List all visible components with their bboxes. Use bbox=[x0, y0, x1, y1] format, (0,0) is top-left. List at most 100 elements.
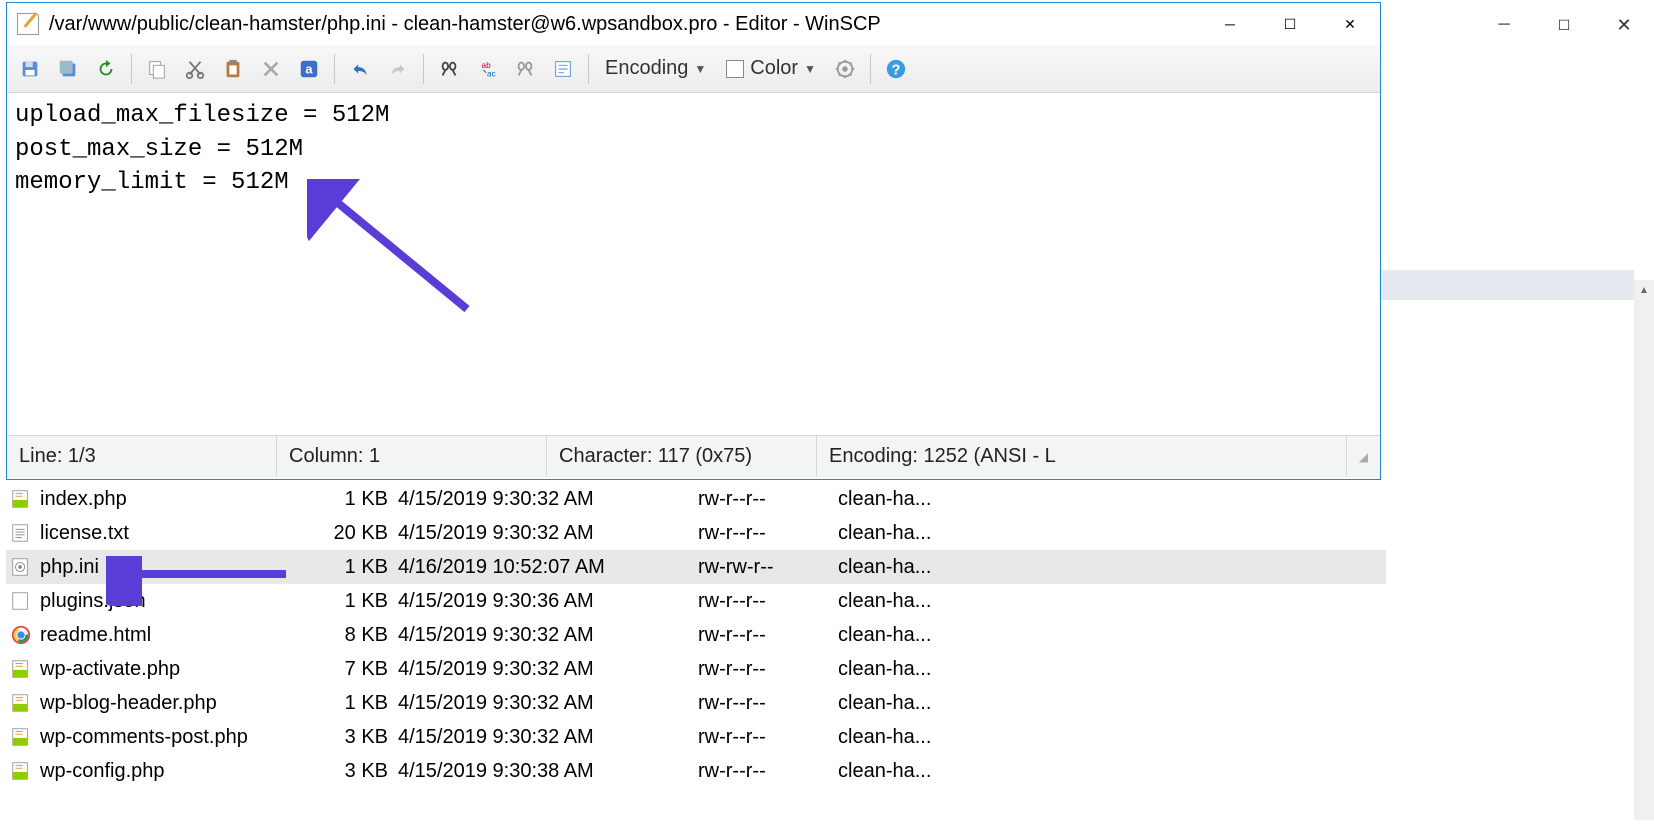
bg-scrollbar[interactable]: ▲ bbox=[1634, 280, 1654, 820]
file-perm: rw-r--r-- bbox=[698, 658, 838, 681]
paste-button[interactable] bbox=[216, 52, 250, 86]
file-perm: rw-rw-r-- bbox=[698, 556, 838, 579]
delete-button[interactable] bbox=[254, 52, 288, 86]
file-row[interactable]: license.txt 20 KB 4/15/2019 9:30:32 AM r… bbox=[6, 516, 1386, 550]
file-owner: clean-ha... bbox=[838, 624, 978, 647]
svg-text:?: ? bbox=[892, 62, 901, 78]
toolbar-separator bbox=[870, 54, 871, 84]
editor-close-button[interactable]: ✕ bbox=[1320, 3, 1380, 45]
scroll-up-icon[interactable]: ▲ bbox=[1634, 280, 1654, 300]
status-character: Character: 117 (0x75) bbox=[547, 436, 817, 477]
file-perm: rw-r--r-- bbox=[698, 522, 838, 545]
file-size: 1 KB bbox=[302, 488, 398, 511]
bg-maximize-button[interactable]: ☐ bbox=[1534, 0, 1594, 50]
editor-line: memory_limit = 512M bbox=[15, 169, 289, 196]
file-size: 1 KB bbox=[302, 692, 398, 715]
editor-title: /var/www/public/clean-hamster/php.ini - … bbox=[49, 13, 1200, 36]
preferences-button[interactable] bbox=[828, 52, 862, 86]
file-perm: rw-r--r-- bbox=[698, 692, 838, 715]
file-date: 4/15/2019 9:30:36 AM bbox=[398, 590, 698, 613]
file-perm: rw-r--r-- bbox=[698, 624, 838, 647]
editor-text-area[interactable]: upload_max_filesize = 512M post_max_size… bbox=[7, 93, 1380, 435]
file-owner: clean-ha... bbox=[838, 726, 978, 749]
editor-minimize-button[interactable]: ─ bbox=[1200, 3, 1260, 45]
undo-button[interactable] bbox=[343, 52, 377, 86]
file-row[interactable]: readme.html 8 KB 4/15/2019 9:30:32 AM rw… bbox=[6, 618, 1386, 652]
editor-maximize-button[interactable]: ☐ bbox=[1260, 3, 1320, 45]
copy-button[interactable] bbox=[140, 52, 174, 86]
redo-button[interactable] bbox=[381, 52, 415, 86]
file-row[interactable]: wp-config.php 3 KB 4/15/2019 9:30:38 AM … bbox=[6, 754, 1386, 788]
editor-line: post_max_size = 512M bbox=[15, 136, 303, 163]
status-line: Line: 1/3 bbox=[7, 436, 277, 477]
file-perm: rw-r--r-- bbox=[698, 590, 838, 613]
editor-toolbar: a abac Encoding▼ Color▼ ? bbox=[7, 45, 1380, 93]
toolbar-separator bbox=[423, 54, 424, 84]
file-owner: clean-ha... bbox=[838, 692, 978, 715]
file-name: php.ini bbox=[40, 556, 99, 579]
select-all-button[interactable]: a bbox=[292, 52, 326, 86]
php-file-icon bbox=[10, 488, 32, 510]
editor-titlebar[interactable]: /var/www/public/clean-hamster/php.ini - … bbox=[7, 3, 1380, 45]
file-row[interactable]: php.ini 1 KB 4/16/2019 10:52:07 AM rw-rw… bbox=[6, 550, 1386, 584]
save-all-button[interactable] bbox=[51, 52, 85, 86]
file-row[interactable]: index.php 1 KB 4/15/2019 9:30:32 AM rw-r… bbox=[6, 482, 1386, 516]
file-date: 4/15/2019 9:30:32 AM bbox=[398, 522, 698, 545]
find-next-button[interactable] bbox=[508, 52, 542, 86]
resize-grip-icon[interactable]: ◢ bbox=[1347, 436, 1380, 477]
file-size: 3 KB bbox=[302, 726, 398, 749]
file-name: readme.html bbox=[40, 624, 151, 647]
editor-statusbar: Line: 1/3 Column: 1 Character: 117 (0x75… bbox=[7, 435, 1380, 477]
file-perm: rw-r--r-- bbox=[698, 760, 838, 783]
file-row[interactable]: wp-blog-header.php 1 KB 4/15/2019 9:30:3… bbox=[6, 686, 1386, 720]
bg-header-stripe bbox=[1380, 270, 1634, 300]
toolbar-separator bbox=[588, 54, 589, 84]
file-name: plugins.json bbox=[40, 590, 146, 613]
file-date: 4/15/2019 9:30:32 AM bbox=[398, 488, 698, 511]
json-file-icon bbox=[10, 590, 32, 612]
file-list: index.php 1 KB 4/15/2019 9:30:32 AM rw-r… bbox=[6, 482, 1386, 788]
svg-text:ac: ac bbox=[487, 69, 496, 78]
file-owner: clean-ha... bbox=[838, 760, 978, 783]
file-name: wp-comments-post.php bbox=[40, 726, 248, 749]
reload-button[interactable] bbox=[89, 52, 123, 86]
caret-down-icon: ▼ bbox=[804, 62, 816, 76]
svg-text:a: a bbox=[305, 61, 313, 76]
file-date: 4/15/2019 9:30:32 AM bbox=[398, 658, 698, 681]
file-name: wp-blog-header.php bbox=[40, 692, 217, 715]
file-row[interactable]: plugins.json 1 KB 4/15/2019 9:30:36 AM r… bbox=[6, 584, 1386, 618]
encoding-label: Encoding bbox=[605, 57, 688, 80]
help-button[interactable]: ? bbox=[879, 52, 913, 86]
replace-button[interactable]: abac bbox=[470, 52, 504, 86]
file-size: 7 KB bbox=[302, 658, 398, 681]
color-swatch-icon bbox=[726, 60, 744, 78]
save-button[interactable] bbox=[13, 52, 47, 86]
file-size: 3 KB bbox=[302, 760, 398, 783]
annotation-arrow-icon bbox=[307, 179, 487, 329]
file-size: 1 KB bbox=[302, 590, 398, 613]
color-dropdown[interactable]: Color▼ bbox=[718, 52, 824, 86]
encoding-dropdown[interactable]: Encoding▼ bbox=[597, 52, 714, 86]
bg-minimize-button[interactable]: ─ bbox=[1474, 0, 1534, 50]
bg-close-button[interactable]: ✕ bbox=[1594, 0, 1654, 50]
file-name: wp-config.php bbox=[40, 760, 165, 783]
php-file-icon bbox=[10, 726, 32, 748]
file-owner: clean-ha... bbox=[838, 522, 978, 545]
file-owner: clean-ha... bbox=[838, 658, 978, 681]
find-button[interactable] bbox=[432, 52, 466, 86]
cut-button[interactable] bbox=[178, 52, 212, 86]
php-file-icon bbox=[10, 692, 32, 714]
file-date: 4/15/2019 9:30:32 AM bbox=[398, 624, 698, 647]
file-date: 4/15/2019 9:30:32 AM bbox=[398, 692, 698, 715]
file-date: 4/15/2019 9:30:38 AM bbox=[398, 760, 698, 783]
editor-window: /var/www/public/clean-hamster/php.ini - … bbox=[6, 2, 1381, 480]
txt-file-icon bbox=[10, 522, 32, 544]
file-row[interactable]: wp-activate.php 7 KB 4/15/2019 9:30:32 A… bbox=[6, 652, 1386, 686]
file-date: 4/15/2019 9:30:32 AM bbox=[398, 726, 698, 749]
file-owner: clean-ha... bbox=[838, 488, 978, 511]
ini-file-icon bbox=[10, 556, 32, 578]
goto-line-button[interactable] bbox=[546, 52, 580, 86]
file-name: index.php bbox=[40, 488, 127, 511]
toolbar-separator bbox=[131, 54, 132, 84]
file-row[interactable]: wp-comments-post.php 3 KB 4/15/2019 9:30… bbox=[6, 720, 1386, 754]
